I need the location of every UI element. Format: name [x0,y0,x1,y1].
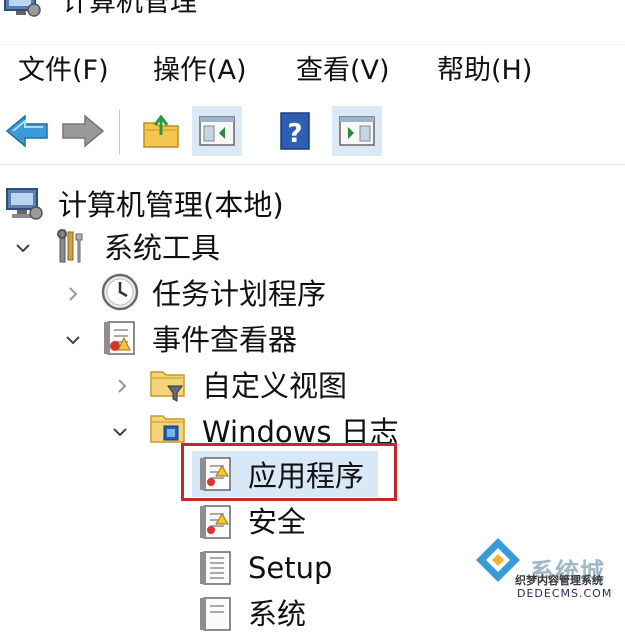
menu-help[interactable]: 帮助(H) [437,53,532,89]
chevron-down-icon[interactable] [63,330,83,350]
menu-view[interactable]: 查看(V) [296,53,390,89]
window-title: 计算机管理 [62,0,197,18]
watermark-domain: DEDECMS.COM [517,587,613,600]
tree-node-computer-management[interactable]: 计算机管理(本地) [0,183,625,227]
show-hide-action-pane-button[interactable] [332,106,382,156]
tree-label: 自定义视图 [202,369,348,403]
tree-label: 系统 [248,597,307,631]
menu-action[interactable]: 操作(A) [153,53,247,89]
help-icon: ? [280,112,310,150]
up-folder-icon [143,114,179,148]
show-hide-console-tree-icon [199,116,235,146]
computer-management-icon [2,0,42,20]
log-file-icon [196,594,236,634]
filter-folder-icon [148,364,188,404]
watermark-site-name: 织梦内容管理系统 [515,574,603,587]
event-viewer-icon [100,318,140,358]
annotation-highlight-box [181,443,397,501]
chevron-right-icon[interactable] [63,284,83,304]
tree-node-setup[interactable]: Setup [192,546,492,590]
menu-file[interactable]: 文件(F) [18,53,109,89]
forward-arrow-icon [62,114,105,148]
chevron-right-icon[interactable] [112,376,132,396]
tree-node-system-tools[interactable]: 系统工具 [0,226,625,270]
tree-label: 任务计划程序 [152,277,327,311]
computer-icon [4,183,44,223]
log-file-icon [196,502,236,542]
tree-label: Setup [248,551,333,585]
tree-node-security[interactable]: 安全 [192,500,492,544]
tools-icon [52,226,92,266]
tree-node-task-scheduler[interactable]: 任务计划程序 [0,272,625,316]
show-hide-action-pane-icon [339,116,375,146]
clock-icon [100,272,140,312]
tree-label: 事件查看器 [152,323,298,357]
tree-label: 系统工具 [104,231,221,265]
tree-node-system[interactable]: 系统 [192,592,492,636]
tree-label: 安全 [248,505,307,539]
back-arrow-icon [5,114,48,148]
help-button[interactable]: ? [270,106,320,156]
show-hide-console-tree-button[interactable] [192,106,242,156]
forward-button[interactable] [58,106,108,156]
windows-logs-folder-icon [148,408,188,448]
up-one-level-button[interactable] [136,106,186,156]
tree-node-event-viewer[interactable]: 事件查看器 [0,318,625,362]
chevron-down-icon[interactable] [110,422,130,442]
tree-label: 计算机管理(本地) [58,188,284,222]
chevron-down-icon[interactable] [13,238,33,258]
log-file-icon [196,548,236,588]
svg-text:?: ? [287,119,302,149]
toolbar-separator [119,110,120,154]
back-button[interactable] [2,106,52,156]
tree-node-custom-views[interactable]: 自定义视图 [0,364,625,408]
